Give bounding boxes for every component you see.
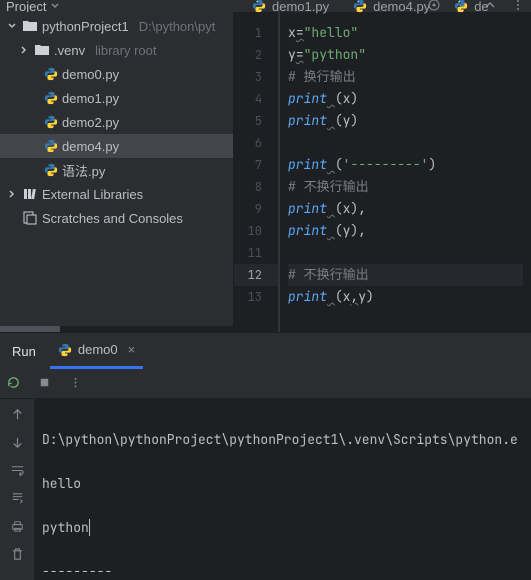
editor-tab-label: demo4.py [373,0,430,14]
soft-wrap-icon[interactable] [10,463,25,481]
tree-file-yufa[interactable]: 语法.py [0,158,233,182]
line-number[interactable]: 4 [234,88,278,110]
ext-libs-label: External Libraries [42,187,143,202]
line-number[interactable]: 3 [234,66,278,88]
code-editor[interactable]: 1 2 3 4 5 6 7 8 9 10 11 12 13 x="hello" … [234,12,531,332]
editor-tab-demo4[interactable]: demo4.py [341,0,442,12]
scroll-to-end-icon[interactable] [10,491,25,509]
line-number[interactable]: 5 [234,110,278,132]
file-name: demo4.py [62,139,119,154]
line-number[interactable]: 1 [234,22,278,44]
venv-name: .venv [54,43,85,58]
file-name: 语法.py [62,161,105,180]
run-tab[interactable]: Run [8,344,40,359]
folder-icon [22,18,38,34]
editor-tab-cut[interactable]: de [442,0,492,12]
down-icon[interactable] [10,435,25,453]
close-icon[interactable]: × [128,342,136,357]
code-area[interactable]: x="hello" y="python" # 换行输出 print (x) pr… [280,12,531,332]
library-icon [22,186,38,202]
run-file-tab[interactable]: demo0 × [50,333,143,369]
rerun-icon[interactable] [6,375,21,393]
scratches-label: Scratches and Consoles [42,211,183,226]
console-line: hello [42,473,523,495]
console-line: --------- [42,561,523,580]
editor-tabs: demo1.py demo4.py de [240,0,493,12]
editor-tab-label: demo1.py [272,0,329,14]
stop-icon[interactable] [37,375,52,393]
run-tabs: Run demo0 × [0,333,531,369]
tree-file-demo1[interactable]: demo1.py [0,86,233,110]
console-side-toolbar [0,399,34,580]
editor-tab-demo1[interactable]: demo1.py [240,0,341,12]
line-number[interactable]: 12 [234,264,278,286]
editor-tab-label: de [474,0,488,14]
line-number[interactable]: 9 [234,198,278,220]
run-toolbar [0,369,531,399]
tree-scratches[interactable]: Scratches and Consoles [0,206,233,230]
file-name: demo0.py [62,67,119,82]
line-number[interactable]: 11 [234,242,278,264]
file-name: demo1.py [62,91,119,106]
line-number[interactable]: 7 [234,154,278,176]
line-number[interactable]: 10 [234,220,278,242]
run-tool-window: Run demo0 × D:\python\pythonProject\pyth… [0,332,531,580]
folder-icon [34,42,50,58]
python-icon [44,91,58,105]
line-number[interactable]: 2 [234,44,278,66]
up-icon[interactable] [10,407,25,425]
tree-file-demo0[interactable]: demo0.py [0,62,233,86]
project-path: D:\python\pyt [139,19,216,34]
python-icon [44,139,58,153]
file-name: demo2.py [62,115,119,130]
python-icon [252,0,266,13]
project-name: pythonProject1 [42,19,129,34]
trash-icon[interactable] [10,547,25,565]
chevron-right-icon[interactable] [6,189,18,199]
project-sidebar: pythonProject1 D:\python\pyt .venv libra… [0,12,234,332]
line-number[interactable]: 6 [234,132,278,154]
line-number[interactable]: 13 [234,286,278,308]
tree-project-root[interactable]: pythonProject1 D:\python\pyt [0,14,233,38]
python-icon [44,67,58,81]
console-output[interactable]: D:\python\pythonProject\pythonProject1\.… [34,399,531,580]
print-icon[interactable] [10,519,25,537]
console-line: D:\python\pythonProject\pythonProject1\.… [42,429,523,451]
tree-external-libraries[interactable]: External Libraries [0,182,233,206]
project-tree[interactable]: pythonProject1 D:\python\pyt .venv libra… [0,12,233,314]
run-file-label: demo0 [78,342,118,357]
python-icon [353,0,367,13]
more-icon[interactable] [68,375,83,393]
tree-file-demo2[interactable]: demo2.py [0,110,233,134]
tree-file-demo4[interactable]: demo4.py [0,134,233,158]
chevron-down-icon[interactable] [6,21,18,31]
python-icon [58,343,72,357]
line-gutter: 1 2 3 4 5 6 7 8 9 10 11 12 13 [234,12,280,332]
line-number[interactable]: 8 [234,176,278,198]
python-icon [44,163,58,177]
scratches-icon [22,210,38,226]
chevron-right-icon[interactable] [18,45,30,55]
tree-venv[interactable]: .venv library root [0,38,233,62]
python-icon [44,115,58,129]
venv-hint: library root [95,43,156,58]
python-icon [454,0,468,13]
console-line: python [42,517,523,539]
